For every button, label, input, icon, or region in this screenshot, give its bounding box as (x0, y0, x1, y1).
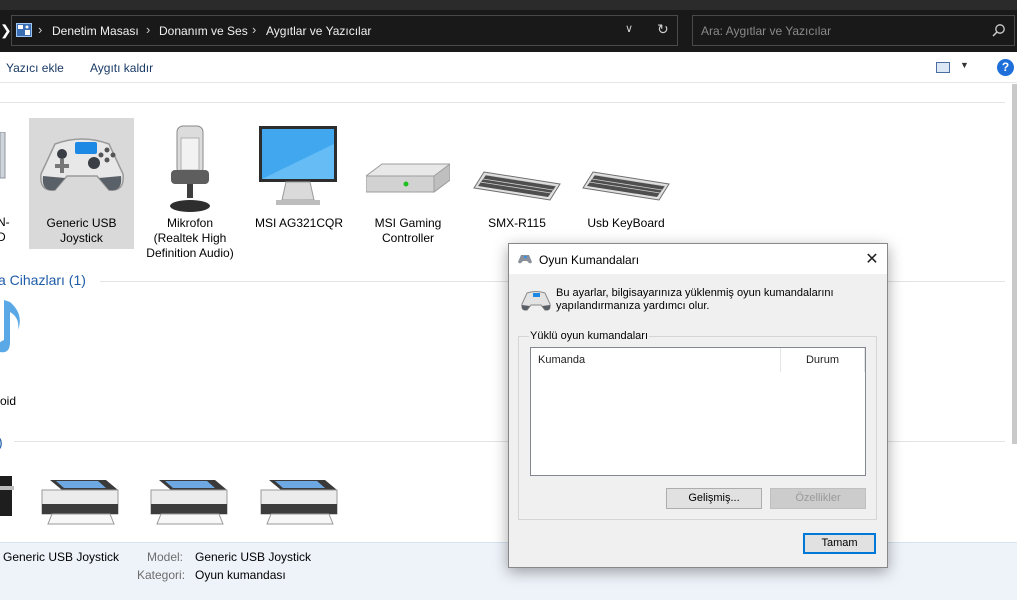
device-item-keyboard-2[interactable]: Usb KeyBoard (576, 118, 676, 249)
breadcrumb-separator-icon: › (38, 22, 43, 37)
advanced-button[interactable]: Gelişmiş... (666, 488, 762, 509)
monitor-icon (259, 126, 337, 205)
dialog-description: Bu ayarlar, bilgisayarınıza yüklenmiş oy… (556, 287, 834, 312)
control-panel-icon (16, 23, 32, 37)
back-arrow-icon[interactable]: ❯ (0, 22, 12, 39)
gamepad-icon (521, 291, 551, 311)
details-model-label: Model: (147, 550, 184, 564)
details-category-value: Oyun kumandası (195, 568, 286, 582)
installed-controllers-label: Yüklü oyun kumandaları (529, 330, 650, 342)
printer-icon (150, 480, 228, 525)
device-item-microphone[interactable]: Mikrofon (Realtek High Definition Audio) (140, 118, 240, 260)
printer-icon (260, 480, 338, 525)
dialog-titlebar[interactable]: Oyun Kumandaları ✕ (509, 244, 887, 274)
printer-icon (41, 480, 119, 525)
details-model-value: Generic USB Joystick (195, 550, 312, 564)
details-category-label: Kategori: (137, 568, 186, 582)
gamepad-icon (40, 138, 124, 191)
device-item-printer[interactable] (253, 478, 343, 530)
breadcrumb-hardware-sound[interactable]: Donanım ve Ses (159, 24, 248, 38)
device-label: oid (0, 394, 17, 408)
breadcrumb-devices-printers[interactable]: Aygıtlar ve Yazıcılar (266, 24, 371, 38)
search-icon[interactable] (992, 23, 1006, 37)
caret-down-icon[interactable]: ▼ (960, 60, 969, 70)
gamepad-icon (518, 255, 532, 264)
microphone-icon (170, 125, 210, 212)
device-item-media[interactable]: oid (0, 296, 40, 408)
column-header-status[interactable]: Durum (781, 348, 865, 372)
external-drive-icon (366, 163, 450, 193)
device-label: SMX-R115 (488, 216, 546, 230)
breadcrumb-separator-icon: › (252, 22, 257, 37)
address-box[interactable]: › Denetim Masası › Donanım ve Ses › Aygı… (11, 15, 678, 46)
device-label: Mikrofon (Realtek High Definition Audio) (146, 216, 234, 260)
add-printer-button[interactable]: Yazıcı ekle (6, 61, 64, 75)
help-button[interactable]: ? (997, 59, 1014, 76)
device-label: Generic USB Joystick (46, 216, 117, 245)
game-controllers-dialog: Oyun Kumandaları ✕ Bu ayarlar, bilgisaya… (508, 243, 888, 568)
command-bar: Yazıcı ekle Aygıtı kaldır ▼ ? (0, 52, 1017, 83)
device-item-joystick[interactable]: Generic USB Joystick (29, 118, 134, 249)
remove-device-button[interactable]: Aygıtı kaldır (90, 61, 153, 75)
properties-button: Özellikler (770, 488, 866, 509)
section-divider (0, 102, 1005, 103)
refresh-icon[interactable]: ↻ (657, 21, 669, 38)
search-box (692, 15, 1015, 46)
printer-partial-icon (0, 476, 14, 516)
device-label: Usb KeyBoard (587, 216, 665, 230)
device-item-keyboard-1[interactable]: SMX-R115 (467, 118, 567, 249)
chevron-down-icon[interactable]: ∨ (625, 22, 633, 35)
controllers-list[interactable]: Kumanda Durum (530, 347, 866, 476)
device-item-printer[interactable] (143, 478, 233, 530)
search-input[interactable] (693, 16, 983, 45)
group-title-printers[interactable]: ) (0, 434, 3, 450)
music-note-icon (0, 300, 20, 353)
device-partial-icon (0, 132, 6, 179)
group-title-multimedia[interactable]: a Cihazları (1) (0, 272, 86, 288)
dialog-title: Oyun Kumandaları (539, 253, 640, 267)
device-label: N-D (0, 215, 10, 244)
keyboard-icon (473, 171, 561, 201)
device-item-printer[interactable] (34, 478, 124, 530)
vertical-scrollbar[interactable] (1012, 84, 1017, 444)
device-item-gaming-controller[interactable]: MSI Gaming Controller (358, 118, 458, 249)
close-icon[interactable]: ✕ (861, 249, 883, 269)
ok-button[interactable]: Tamam (803, 533, 876, 554)
column-header-controller[interactable]: Kumanda (531, 348, 781, 372)
breadcrumb-control-panel[interactable]: Denetim Masası (52, 24, 139, 38)
details-device-name: Generic USB Joystick (3, 550, 120, 564)
device-item[interactable]: N-D (0, 132, 20, 244)
device-label: MSI AG321CQR (254, 216, 344, 230)
breadcrumb-separator-icon: › (146, 22, 151, 37)
keyboard-icon (582, 171, 670, 201)
device-label: MSI Gaming Controller (374, 216, 442, 245)
title-strip (0, 0, 1017, 10)
address-bar-area: ❯ › Denetim Masası › Donanım ve Ses › Ay… (0, 0, 1017, 52)
view-options-icon[interactable] (936, 62, 950, 73)
device-item-monitor[interactable]: MSI AG321CQR (249, 118, 349, 249)
